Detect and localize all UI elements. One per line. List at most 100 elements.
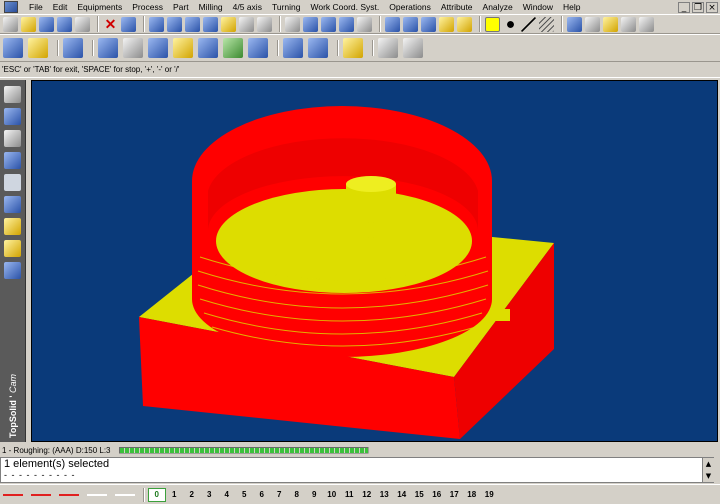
- menu-equipments[interactable]: Equipments: [72, 0, 127, 14]
- new-file-icon[interactable]: [3, 16, 18, 32]
- line-style-icon[interactable]: [521, 16, 536, 32]
- layer-1[interactable]: 1: [166, 489, 184, 501]
- settings-icon[interactable]: [639, 16, 654, 32]
- operations-icon[interactable]: [4, 218, 21, 235]
- undo-icon[interactable]: [121, 16, 136, 32]
- menu-window[interactable]: Window: [518, 0, 558, 14]
- drill-icon[interactable]: [148, 38, 168, 58]
- render-icon[interactable]: [439, 16, 454, 32]
- tool-library-icon[interactable]: [343, 38, 363, 58]
- tool-icon[interactable]: [28, 38, 48, 58]
- pencil-icon[interactable]: [4, 86, 21, 103]
- report-icon[interactable]: [378, 38, 398, 58]
- layer-5[interactable]: 5: [236, 489, 254, 501]
- line-style-red-icon[interactable]: [3, 493, 23, 496]
- layer-9[interactable]: 9: [306, 489, 324, 501]
- delete-icon[interactable]: ✕: [103, 16, 118, 32]
- hatch-icon[interactable]: [539, 16, 554, 32]
- menu-work-coord-syst[interactable]: Work Coord. Syst.: [305, 0, 384, 14]
- verify-icon[interactable]: [308, 38, 328, 58]
- zoom-window-icon[interactable]: [403, 16, 418, 32]
- layer-15[interactable]: 15: [411, 489, 429, 501]
- surface-icon[interactable]: [4, 152, 21, 169]
- layer-10[interactable]: 10: [323, 489, 341, 501]
- message-scrollbar[interactable]: ▲ ▼: [702, 458, 714, 482]
- measure-icon[interactable]: [285, 16, 300, 32]
- scroll-down-icon[interactable]: ▼: [703, 470, 714, 482]
- surface-icon[interactable]: [198, 38, 218, 58]
- layer-8[interactable]: 8: [288, 489, 306, 501]
- pick-icon[interactable]: [303, 16, 318, 32]
- menu-milling[interactable]: Milling: [194, 0, 228, 14]
- drawing-icon[interactable]: [603, 16, 618, 32]
- curve-icon[interactable]: [4, 130, 21, 147]
- point-icon[interactable]: [221, 16, 236, 32]
- finishing-icon[interactable]: [248, 38, 268, 58]
- face-icon[interactable]: [173, 38, 193, 58]
- select-icon[interactable]: [321, 16, 336, 32]
- tools-icon[interactable]: [4, 196, 21, 213]
- open-file-icon[interactable]: [21, 16, 36, 32]
- layer-4[interactable]: 4: [218, 489, 236, 501]
- layer-2[interactable]: 2: [183, 489, 201, 501]
- layer-13[interactable]: 13: [376, 489, 394, 501]
- layer-7[interactable]: 7: [271, 489, 289, 501]
- scroll-up-icon[interactable]: ▲: [703, 458, 714, 470]
- select-all-icon[interactable]: [339, 16, 354, 32]
- part-icon[interactable]: [567, 16, 582, 32]
- layer-6[interactable]: 6: [253, 489, 271, 501]
- layer-3[interactable]: 3: [201, 489, 219, 501]
- edit-icon[interactable]: [167, 16, 182, 32]
- menu-operations[interactable]: Operations: [384, 0, 436, 14]
- zoom-icon[interactable]: [385, 16, 400, 32]
- export-icon[interactable]: [621, 16, 636, 32]
- menu-part[interactable]: Part: [168, 0, 194, 14]
- color-swatch-icon[interactable]: [485, 16, 500, 32]
- view-icon[interactable]: [421, 16, 436, 32]
- roughing-icon[interactable]: [223, 38, 243, 58]
- info-icon[interactable]: [57, 16, 72, 32]
- menu-4-5-axis[interactable]: 4/5 axis: [228, 0, 267, 14]
- menu-turning[interactable]: Turning: [267, 0, 306, 14]
- simulation-icon[interactable]: [4, 262, 21, 279]
- cube-icon[interactable]: [4, 108, 21, 125]
- nc-code-icon[interactable]: [403, 38, 423, 58]
- simulate-icon[interactable]: [283, 38, 303, 58]
- machine-icon[interactable]: [3, 38, 23, 58]
- layer-12[interactable]: 12: [358, 489, 376, 501]
- machine-icon[interactable]: [4, 174, 21, 191]
- app-icon[interactable]: [4, 1, 18, 13]
- restore-icon[interactable]: ❐: [692, 1, 704, 13]
- document-icon[interactable]: [585, 16, 600, 32]
- layer-18[interactable]: 18: [463, 489, 481, 501]
- axis-icon[interactable]: [457, 16, 472, 32]
- arrow-icon[interactable]: [357, 16, 372, 32]
- pocket-icon[interactable]: [98, 38, 118, 58]
- cam-icon[interactable]: [4, 240, 21, 257]
- layer-19[interactable]: 19: [481, 489, 499, 501]
- line-style-white-thick-icon[interactable]: [115, 493, 135, 496]
- layer-11[interactable]: 11: [341, 489, 359, 501]
- save-icon[interactable]: [39, 16, 54, 32]
- menu-edit[interactable]: Edit: [48, 0, 73, 14]
- menu-analyze[interactable]: Analyze: [478, 0, 518, 14]
- snap-icon[interactable]: [203, 16, 218, 32]
- layer-14[interactable]: 14: [393, 489, 411, 501]
- contour-icon[interactable]: [123, 38, 143, 58]
- line-style-white-icon[interactable]: [87, 493, 107, 496]
- line-style-red-dash-icon[interactable]: [31, 493, 51, 496]
- filter-icon[interactable]: [185, 16, 200, 32]
- menu-process[interactable]: Process: [127, 0, 168, 14]
- menu-attribute[interactable]: Attribute: [436, 0, 478, 14]
- menu-file[interactable]: File: [24, 0, 48, 14]
- print-icon[interactable]: [75, 16, 90, 32]
- stock-icon[interactable]: [63, 38, 83, 58]
- line-style-red-solid-icon[interactable]: [59, 493, 79, 496]
- menu-help[interactable]: Help: [558, 0, 585, 14]
- minimize-icon[interactable]: _: [678, 1, 690, 13]
- redo-icon[interactable]: [149, 16, 164, 32]
- point-style-icon[interactable]: [503, 16, 518, 32]
- 3d-viewport[interactable]: [31, 80, 718, 442]
- close-icon[interactable]: ×: [706, 1, 718, 13]
- circle-icon[interactable]: [239, 16, 254, 32]
